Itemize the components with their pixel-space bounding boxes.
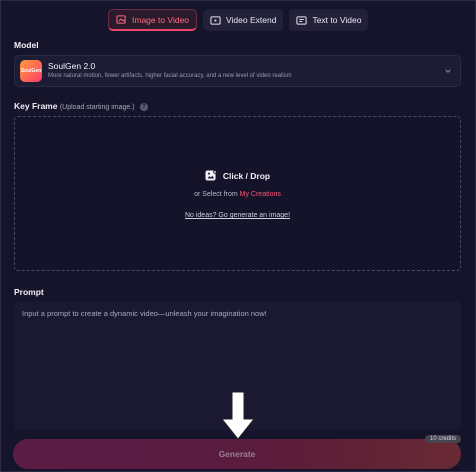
mode-tabs: Image to Video Video Extend Text to Vide… — [108, 9, 369, 31]
model-description: More natural motion, fewer artifacts, hi… — [48, 73, 292, 79]
image-video-icon — [116, 14, 127, 25]
tab-text-to-video[interactable]: Text to Video — [289, 9, 369, 31]
generate-label: Generate — [218, 449, 256, 459]
chevron-down-icon[interactable] — [444, 67, 452, 75]
video-extend-icon — [210, 15, 221, 26]
tab-label: Image to Video — [132, 14, 190, 25]
credits-badge: 10 credits — [424, 435, 461, 443]
click-drop-text: Click / Drop — [222, 171, 271, 181]
down-arrow-icon — [220, 391, 256, 440]
tab-label: Video Extend — [226, 15, 277, 25]
my-creations-link[interactable]: My Creations — [240, 191, 281, 198]
prompt-label: Prompt — [14, 287, 44, 297]
upload-image-icon — [205, 170, 217, 181]
click-drop-row: Click / Drop — [15, 170, 460, 182]
model-name: SoulGen 2.0 — [48, 61, 96, 71]
keyframe-dropzone[interactable]: Click / Drop or Select from My Creations… — [14, 116, 461, 271]
model-select[interactable]: SoulGen SoulGen 2.0 More natural motion,… — [14, 55, 461, 87]
generate-button[interactable]: Generate 10 credits — [13, 435, 461, 469]
help-icon[interactable]: ? — [139, 103, 148, 111]
app-panel: Image to Video Video Extend Text to Vide… — [0, 0, 476, 472]
keyframe-label: Key Frame (Upload starting image.) ? — [14, 101, 148, 111]
generate-image-link[interactable]: No ideas? Go generate an image! — [15, 212, 460, 219]
text-video-icon — [296, 15, 308, 26]
tab-image-to-video[interactable]: Image to Video — [108, 9, 198, 31]
model-label: Model — [14, 40, 39, 50]
tab-label: Text to Video — [312, 15, 362, 25]
keyframe-title: Key Frame — [14, 101, 58, 111]
model-logo: SoulGen — [20, 60, 42, 82]
select-from-row: or Select from My Creations — [15, 191, 460, 198]
tab-video-extend[interactable]: Video Extend — [203, 9, 284, 31]
or-select-text: or Select from — [194, 191, 240, 198]
prompt-placeholder: Input a prompt to create a dynamic video… — [22, 309, 267, 318]
keyframe-hint: (Upload starting image.) — [59, 104, 135, 111]
